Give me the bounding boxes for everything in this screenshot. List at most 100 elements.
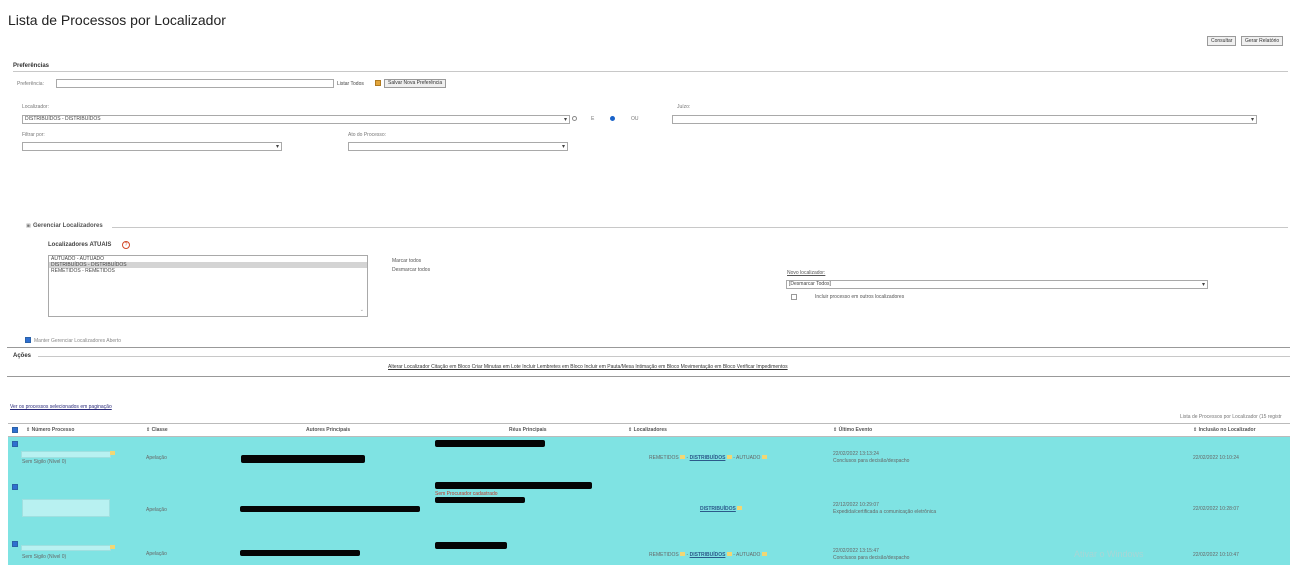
localizador-post[interactable]: AUTUADO <box>736 552 760 558</box>
filtrar-por-select[interactable]: ▾ <box>22 142 282 151</box>
chevron-down-icon: ▾ <box>561 144 565 150</box>
inclusao-cell: 22/02/2022 10:10:47 <box>1193 552 1239 558</box>
note-icon[interactable] <box>110 545 115 549</box>
localizadores-atuais-list[interactable]: AUTUADO - AUTUADO DISTRIBUÍDOS - DISTRIB… <box>48 255 368 317</box>
manter-aberto-label: Manter Gerenciar Localizadores Aberto <box>34 338 121 344</box>
evento-desc: Conclusos para decisão/despacho <box>833 458 910 464</box>
column-ultimo-evento[interactable]: ⇕ Último Evento <box>833 427 872 433</box>
autor-redacted <box>240 506 420 512</box>
page-title: Lista de Processos por Localizador <box>8 12 226 28</box>
column-label: Réus Principais <box>509 427 547 433</box>
chevron-down-icon: ▾ <box>563 117 567 123</box>
localizador-pre[interactable]: REMETIDOS <box>649 552 679 558</box>
preferencias-section-title: Preferências <box>13 63 50 69</box>
note-icon[interactable] <box>110 451 115 455</box>
manter-aberto-checkbox[interactable] <box>25 337 31 343</box>
numero-processo-box[interactable] <box>21 545 111 551</box>
column-classe[interactable]: ⇕ Classe <box>146 427 168 433</box>
note-icon[interactable] <box>761 552 767 556</box>
row-checkbox[interactable] <box>12 484 18 490</box>
column-label: Classe <box>151 427 168 433</box>
classe-cell: Apelação <box>146 507 167 513</box>
desmarcar-todos-link[interactable]: Desmarcar todos <box>392 267 430 273</box>
sigilo-label: Sem Sigilo (Nível 0) <box>22 554 67 560</box>
gerar-relatorio-button[interactable]: Gerar Relatório <box>1241 36 1284 46</box>
reu-redacted <box>435 440 545 447</box>
localizador-label: Localizador: <box>22 104 49 110</box>
column-numero[interactable]: ⇕ Número Processo <box>26 427 74 433</box>
reu-redacted <box>435 542 507 549</box>
localizador-option[interactable]: REMETIDOS - REMETIDOS <box>49 268 367 274</box>
note-icon[interactable] <box>737 506 743 510</box>
localizador-pre[interactable]: REMETIDOS <box>649 455 679 461</box>
scroll-down-icon[interactable]: ⌄ <box>360 307 364 313</box>
ver-selecionados-link[interactable]: Ver os processos selecionados em paginaç… <box>10 404 112 410</box>
windows-watermark: Ativar o Windows <box>1074 549 1144 559</box>
reu-redacted <box>435 497 525 503</box>
preference-icon[interactable] <box>375 80 381 86</box>
novo-localizador-select[interactable]: [Desmarcar Todos] ▾ <box>786 280 1208 289</box>
column-localizadores[interactable]: ⇕ Localizadores <box>628 427 667 433</box>
acoes-links[interactable]: Alterar Localizador Citação em Bloco Cri… <box>388 364 788 370</box>
row-checkbox[interactable] <box>12 541 18 547</box>
juizo-label: Juízo: <box>677 104 691 110</box>
inclusao-cell: 22/02/2022 10:10:24 <box>1193 455 1239 461</box>
section-divider <box>112 227 1288 228</box>
column-label: Último Evento <box>838 427 873 433</box>
note-icon[interactable] <box>761 455 767 459</box>
acoes-bottom-border <box>7 376 1290 377</box>
evento-data: 22/02/2022 13:15:47 <box>833 548 879 554</box>
e-radio[interactable] <box>572 116 577 121</box>
evento-desc: Expedida/certificada a comunicação eletr… <box>833 509 937 515</box>
reu-redacted <box>435 482 592 489</box>
localizador-post[interactable]: AUTUADO <box>736 455 760 461</box>
table-row[interactable]: Sem Sigilo (Nível 0) Apelação REMETIDOS … <box>8 437 1290 479</box>
incluir-label: Incluir processo em outros localizadores <box>815 294 905 300</box>
juizo-select[interactable]: ▾ <box>672 115 1257 124</box>
table-row[interactable]: Apelação Sem Procurador cadastrado DISTR… <box>8 479 1290 529</box>
ato-select[interactable]: ▾ <box>348 142 568 151</box>
note-icon[interactable] <box>680 552 686 556</box>
select-all-checkbox[interactable] <box>12 427 18 433</box>
help-icon[interactable]: ? <box>122 241 130 249</box>
evento-data: 22/02/2022 13:13:24 <box>833 451 879 457</box>
inclusao-cell: 22/02/2022 10:28:07 <box>1193 506 1239 512</box>
preferencia-label: Preferência: <box>17 81 44 87</box>
listar-todos-label: Listar Todos <box>337 81 364 87</box>
novo-localizador-label: Novo localizador: <box>787 270 826 276</box>
localizadores-cell: REMETIDOS - DISTRIBUÍDOS - AUTUADO <box>649 552 767 558</box>
note-icon[interactable] <box>680 455 686 459</box>
note-icon[interactable] <box>726 552 732 556</box>
localizador-main-link[interactable]: DISTRIBUÍDOS <box>690 552 726 558</box>
registros-caption: Lista de Processos por Localizador (15 r… <box>1180 414 1282 420</box>
numero-processo-box[interactable] <box>21 451 111 458</box>
marcar-todos-link[interactable]: Marcar todos <box>392 258 421 264</box>
novo-localizador-value: [Desmarcar Todos] <box>789 281 831 287</box>
localizador-select[interactable]: DISTRIBUÍDOS - DISTRIBUÍDOS ▾ <box>22 115 570 124</box>
incluir-checkbox[interactable] <box>791 294 797 300</box>
row-checkbox[interactable] <box>12 441 18 447</box>
localizador-main-link[interactable]: DISTRIBUÍDOS <box>700 506 736 512</box>
preferencia-input[interactable] <box>56 79 334 88</box>
salvar-preferencia-button[interactable]: Salvar Nova Preferência <box>384 79 447 88</box>
column-inclusao[interactable]: ⇕ Inclusão no Localizador <box>1193 427 1256 433</box>
localizadores-cell: REMETIDOS - DISTRIBUÍDOS - AUTUADO <box>649 455 767 461</box>
ato-label: Ato do Processo: <box>348 132 387 138</box>
localizador-main-link[interactable]: DISTRIBUÍDOS <box>690 455 726 461</box>
numero-processo-box[interactable] <box>22 499 110 517</box>
column-label: Localizadores <box>633 427 667 433</box>
localizadores-atuais-title: Localizadores ATUAIS <box>48 242 112 248</box>
column-autores: Autores Principais <box>306 427 350 433</box>
evento-data: 22/12/2022 10:29:07 <box>833 502 879 508</box>
table-body: Sem Sigilo (Nível 0) Apelação REMETIDOS … <box>8 437 1290 565</box>
table-row[interactable]: Sem Sigilo (Nível 0) Apelação REMETIDOS … <box>8 529 1290 565</box>
filtrar-por-label: Filtrar por: <box>22 132 45 138</box>
chevron-down-icon: ▾ <box>1201 282 1205 288</box>
collapse-icon[interactable]: ▣ <box>26 223 31 229</box>
section-divider <box>13 71 1288 72</box>
consultar-button[interactable]: Consultar <box>1207 36 1237 46</box>
note-icon[interactable] <box>726 455 732 459</box>
ou-radio[interactable] <box>610 116 615 121</box>
classe-cell: Apelação <box>146 455 167 461</box>
sigilo-label: Sem Sigilo (Nível 0) <box>22 459 67 465</box>
